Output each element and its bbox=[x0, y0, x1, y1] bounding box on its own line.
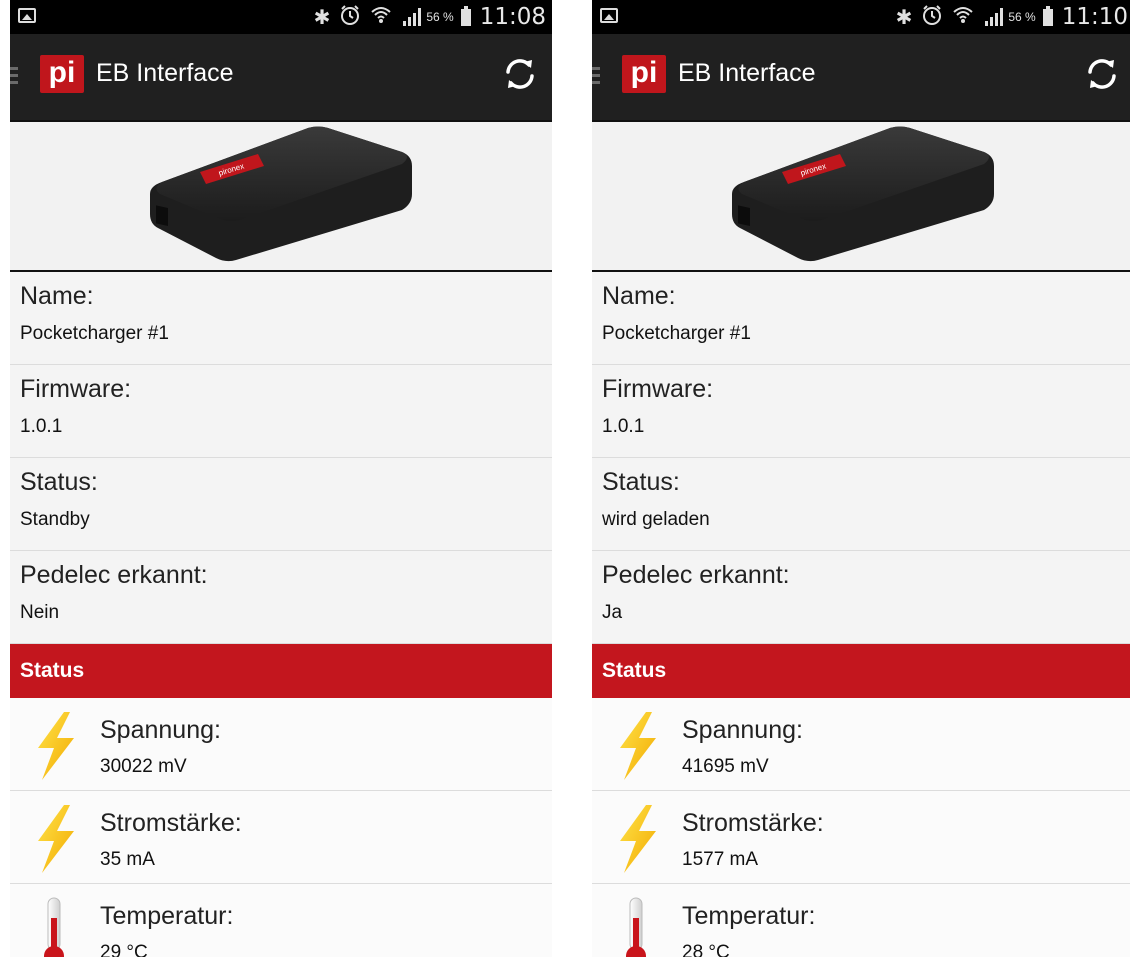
metric-label: Temperatur: bbox=[682, 902, 816, 930]
lightning-icon bbox=[30, 803, 80, 875]
battery-icon bbox=[460, 5, 471, 26]
section-header-status: Status bbox=[592, 644, 1130, 698]
metrics-list: Spannung: 41695 mV Stromstärke: 1577 mA … bbox=[592, 698, 1130, 957]
info-list: Name: Pocketcharger #1 Firmware: 1.0.1 Sta… bbox=[592, 272, 1130, 644]
metric-value: 41695 mV bbox=[682, 756, 769, 777]
field-value: Pocketcharger #1 bbox=[20, 323, 169, 344]
field-value: Ja bbox=[602, 602, 623, 623]
app-title: EB Interface bbox=[678, 59, 816, 87]
metric-row: Stromstärke: 35 mA bbox=[10, 791, 552, 884]
clock: 11:10 bbox=[1061, 4, 1128, 30]
info-field: Pedelec erkannt: Nein bbox=[10, 551, 552, 644]
app-logo[interactable]: pi bbox=[40, 55, 84, 93]
refresh-icon[interactable] bbox=[1082, 54, 1122, 94]
screen-left: ✱ 56 % 11:08 pi EB Interface pironex Nam… bbox=[10, 0, 552, 957]
lightning-icon bbox=[612, 803, 662, 875]
app-logo[interactable]: pi bbox=[622, 55, 666, 93]
drawer-icon[interactable] bbox=[10, 67, 18, 88]
metric-value: 1577 mA bbox=[682, 849, 759, 870]
metric-value: 29 °C bbox=[100, 942, 148, 957]
field-label: Name: bbox=[602, 282, 676, 310]
metrics-list: Spannung: 30022 mV Stromstärke: 35 mA Te… bbox=[10, 698, 552, 957]
metric-label: Spannung: bbox=[100, 716, 221, 744]
app-title: EB Interface bbox=[96, 59, 234, 87]
status-bar: ✱ 56 % 11:10 bbox=[592, 0, 1130, 34]
metric-row: Spannung: 41695 mV bbox=[592, 698, 1130, 791]
wifi-icon bbox=[952, 4, 974, 31]
alarm-icon bbox=[921, 4, 943, 31]
info-field: Firmware: 1.0.1 bbox=[10, 365, 552, 458]
action-bar: pi EB Interface bbox=[10, 34, 552, 122]
device-image: pironex bbox=[10, 122, 552, 272]
signal-icon bbox=[983, 8, 1004, 26]
pocketcharger-image: pironex bbox=[732, 126, 994, 262]
field-value: Pocketcharger #1 bbox=[602, 323, 751, 344]
field-label: Firmware: bbox=[20, 375, 132, 403]
metric-row: Temperatur: 28 °C bbox=[592, 884, 1130, 957]
field-label: Pedelec erkannt: bbox=[602, 561, 790, 589]
metric-row: Stromstärke: 1577 mA bbox=[592, 791, 1130, 884]
field-value: 1.0.1 bbox=[602, 416, 645, 437]
action-bar: pi EB Interface bbox=[592, 34, 1130, 122]
field-label: Status: bbox=[20, 468, 98, 496]
screen-right: ✱ 56 % 11:10 pi EB Interface pironex Nam… bbox=[592, 0, 1130, 957]
metric-row: Spannung: 30022 mV bbox=[10, 698, 552, 791]
field-label: Name: bbox=[20, 282, 94, 310]
lightning-icon bbox=[30, 710, 80, 782]
thermometer-icon bbox=[612, 896, 662, 957]
battery-icon bbox=[1042, 5, 1053, 26]
field-value: Nein bbox=[20, 602, 60, 623]
lightning-icon bbox=[612, 710, 662, 782]
info-field: Status: Standby bbox=[10, 458, 552, 551]
metric-value: 28 °C bbox=[682, 942, 730, 957]
info-field: Firmware: 1.0.1 bbox=[592, 365, 1130, 458]
device-image: pironex bbox=[592, 122, 1130, 272]
drawer-icon[interactable] bbox=[592, 67, 600, 88]
field-label: Firmware: bbox=[602, 375, 714, 403]
info-field: Status: wird geladen bbox=[592, 458, 1130, 551]
field-label: Pedelec erkannt: bbox=[20, 561, 208, 589]
field-value: 1.0.1 bbox=[20, 416, 63, 437]
pocketcharger-image: pironex bbox=[150, 126, 412, 262]
field-value: wird geladen bbox=[602, 509, 710, 530]
metric-row: Temperatur: 29 °C bbox=[10, 884, 552, 957]
info-field: Name: Pocketcharger #1 bbox=[592, 272, 1130, 365]
clock: 11:08 bbox=[479, 4, 546, 30]
info-field: Pedelec erkannt: Ja bbox=[592, 551, 1130, 644]
battery-percent: 56 % bbox=[1008, 10, 1036, 24]
info-field: Name: Pocketcharger #1 bbox=[10, 272, 552, 365]
metric-label: Temperatur: bbox=[100, 902, 234, 930]
gallery-icon bbox=[600, 8, 618, 23]
metric-value: 35 mA bbox=[100, 849, 155, 870]
bluetooth-icon: ✱ bbox=[313, 5, 331, 29]
metric-value: 30022 mV bbox=[100, 756, 187, 777]
wifi-icon bbox=[370, 4, 392, 31]
field-value: Standby bbox=[20, 509, 90, 530]
gallery-icon bbox=[18, 8, 36, 23]
bluetooth-icon: ✱ bbox=[895, 5, 913, 29]
metric-label: Stromstärke: bbox=[682, 809, 824, 837]
metric-label: Stromstärke: bbox=[100, 809, 242, 837]
signal-icon bbox=[401, 8, 422, 26]
thermometer-icon bbox=[30, 896, 80, 957]
battery-percent: 56 % bbox=[426, 10, 454, 24]
refresh-icon[interactable] bbox=[500, 54, 540, 94]
section-header-status: Status bbox=[10, 644, 552, 698]
status-bar: ✱ 56 % 11:08 bbox=[10, 0, 552, 34]
alarm-icon bbox=[339, 4, 361, 31]
field-label: Status: bbox=[602, 468, 680, 496]
metric-label: Spannung: bbox=[682, 716, 803, 744]
info-list: Name: Pocketcharger #1 Firmware: 1.0.1 Sta… bbox=[10, 272, 552, 644]
